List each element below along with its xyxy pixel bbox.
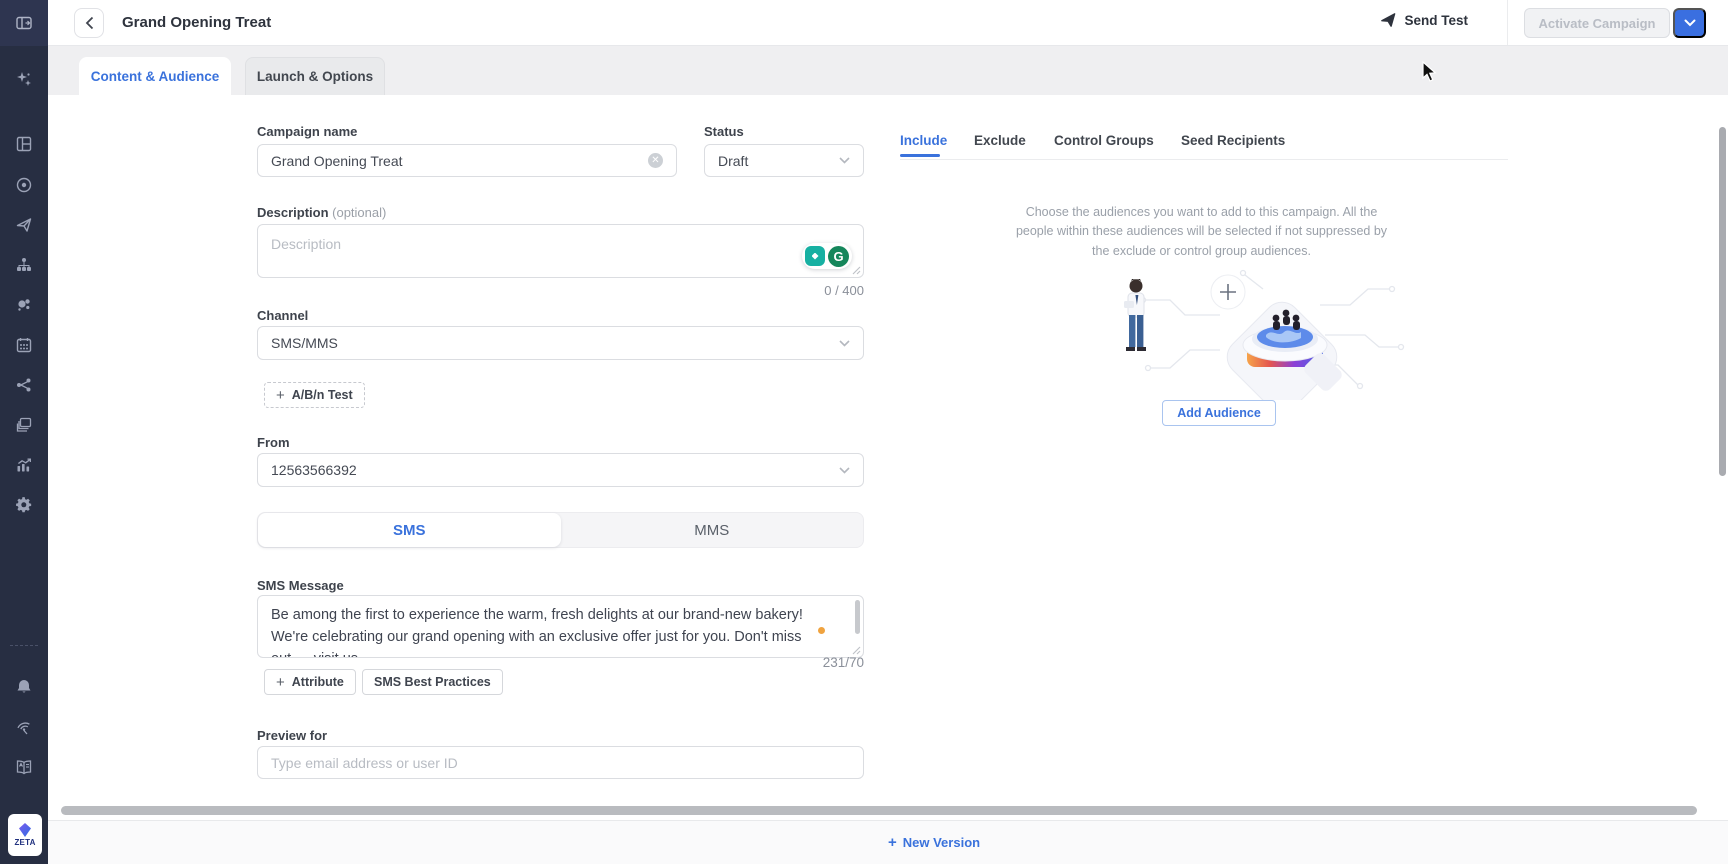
- branch-icon[interactable]: [0, 368, 48, 402]
- resize-handle[interactable]: [852, 646, 861, 655]
- plus-icon: +: [888, 834, 897, 851]
- audience-tab-control-groups[interactable]: Control Groups: [1054, 133, 1154, 148]
- description-counter: 0 / 400: [664, 283, 864, 298]
- status-label: Status: [704, 124, 744, 139]
- sms-tab[interactable]: SMS: [258, 513, 561, 547]
- description-textarea[interactable]: Description G: [257, 224, 864, 278]
- audience-icon[interactable]: [0, 288, 48, 322]
- calendar-icon[interactable]: [0, 328, 48, 362]
- from-label: From: [257, 435, 290, 450]
- warning-dot-icon: [818, 627, 825, 634]
- send-icon[interactable]: [0, 208, 48, 242]
- audience-description: Choose the audiences you want to add to …: [1010, 203, 1393, 261]
- grammarly-g-icon: G: [828, 246, 849, 267]
- gear-icon[interactable]: [0, 488, 48, 522]
- top-bar: Grand Opening Treat Send Test Activate C…: [48, 0, 1728, 46]
- chevron-down-icon: [839, 340, 850, 347]
- attribute-button[interactable]: + Attribute: [264, 669, 356, 695]
- zeta-logo-text: ZETA: [14, 838, 35, 847]
- preview-for-input[interactable]: [257, 746, 864, 779]
- audience-illustration: [1070, 255, 1430, 400]
- bell-icon[interactable]: [0, 670, 48, 704]
- tab-launch-options[interactable]: Launch & Options: [245, 57, 385, 95]
- channel-label: Channel: [257, 308, 308, 323]
- book-icon[interactable]: [0, 750, 48, 784]
- plus-icon: +: [276, 675, 285, 690]
- campaign-name-input[interactable]: [257, 144, 677, 177]
- copies-icon[interactable]: [0, 408, 48, 442]
- page-title: Grand Opening Treat: [122, 14, 271, 31]
- vertical-scrollbar[interactable]: [1719, 127, 1726, 476]
- campaign-tab-strip: Content & Audience Launch & Options: [48, 46, 1728, 95]
- campaign-editor: Campaign name ✕ Status Draft Description…: [48, 95, 1728, 820]
- activate-campaign-button[interactable]: Activate Campaign: [1524, 8, 1670, 38]
- message-type-toggle: SMS MMS: [257, 512, 864, 548]
- description-label: Description (optional): [257, 205, 386, 220]
- audience-tab-exclude[interactable]: Exclude: [974, 133, 1026, 148]
- audience-tab-seed-recipients[interactable]: Seed Recipients: [1181, 133, 1285, 148]
- grammarly-widget[interactable]: G: [802, 243, 852, 269]
- abn-test-button[interactable]: + A/B/n Test: [264, 382, 365, 408]
- grammarly-suggestion-icon: [805, 246, 825, 266]
- plus-icon: +: [276, 388, 285, 403]
- sms-counter: 231/70: [664, 655, 864, 670]
- signal-icon[interactable]: [0, 710, 48, 744]
- dashboard-icon[interactable]: [0, 127, 48, 161]
- tab-content-audience[interactable]: Content & Audience: [79, 57, 231, 95]
- chevron-down-icon: [1684, 19, 1696, 27]
- clear-input-icon[interactable]: ✕: [648, 153, 663, 168]
- zeta-diamond-icon: [19, 823, 31, 837]
- activate-campaign-caret-button[interactable]: [1673, 8, 1706, 38]
- from-select[interactable]: 12563566392: [257, 453, 864, 487]
- chevron-left-icon: [85, 16, 94, 30]
- chevron-down-icon: [839, 467, 850, 474]
- description-placeholder: Description: [258, 225, 863, 263]
- chevron-down-icon: [839, 157, 850, 164]
- campaign-name-label: Campaign name: [257, 124, 357, 139]
- audience-stack: [1220, 295, 1344, 400]
- sms-message-textarea[interactable]: Be among the first to experience the war…: [257, 595, 864, 658]
- target-icon[interactable]: [0, 168, 48, 202]
- status-select[interactable]: Draft: [704, 144, 864, 177]
- panel-toggle-icon[interactable]: [0, 6, 48, 40]
- send-test-button[interactable]: Send Test: [1380, 12, 1468, 28]
- channel-select[interactable]: SMS/MMS: [257, 326, 864, 360]
- paper-plane-icon: [1380, 12, 1396, 28]
- audience-tab-include[interactable]: Include: [900, 133, 947, 148]
- message-scrollbar[interactable]: [855, 600, 860, 634]
- bottom-bar: + New Version: [48, 820, 1728, 864]
- zeta-logo[interactable]: ZETA: [8, 814, 42, 856]
- horizontal-scrollbar[interactable]: [61, 806, 1697, 815]
- mms-tab[interactable]: MMS: [561, 513, 864, 547]
- sms-message-label: SMS Message: [257, 578, 344, 593]
- person-figure: [1124, 279, 1146, 351]
- sparkles-icon[interactable]: [0, 62, 48, 96]
- plus-bubble-icon[interactable]: [1211, 275, 1245, 309]
- add-audience-button[interactable]: Add Audience: [1162, 400, 1276, 426]
- active-tab-underline: [900, 154, 940, 157]
- audience-tabs-divider: [900, 159, 1508, 160]
- new-version-button[interactable]: + New Version: [888, 834, 980, 851]
- topbar-divider: [1507, 0, 1508, 45]
- sms-best-practices-button[interactable]: SMS Best Practices: [362, 669, 503, 695]
- preview-for-label: Preview for: [257, 728, 327, 743]
- back-button[interactable]: [74, 8, 104, 38]
- app-sidebar: ZETA: [0, 0, 48, 864]
- chart-icon[interactable]: [0, 448, 48, 482]
- resize-handle[interactable]: [852, 266, 861, 275]
- sitemap-icon[interactable]: [0, 248, 48, 282]
- sms-message-text: Be among the first to experience the war…: [271, 604, 825, 658]
